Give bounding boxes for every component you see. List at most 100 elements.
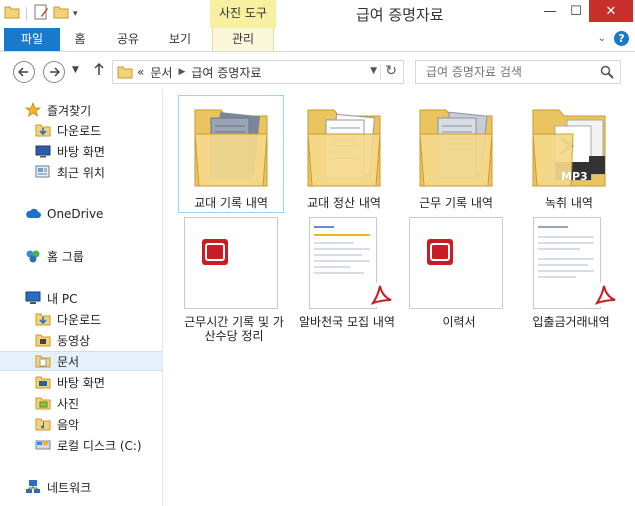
nav-favorites-downloads[interactable]: 다운로드 bbox=[0, 120, 162, 140]
search-box[interactable] bbox=[415, 60, 621, 84]
documents-folder-icon bbox=[35, 353, 51, 369]
up-button[interactable] bbox=[93, 62, 105, 80]
pdf-thumbnail bbox=[519, 215, 623, 311]
file-name: 교대 기록 내역 bbox=[194, 196, 268, 210]
file-name: 녹취 내역 bbox=[545, 196, 593, 210]
nav-label: 네트워크 bbox=[47, 480, 92, 495]
file-name: 근무시간 기록 및 가산수당 정리 bbox=[184, 315, 284, 343]
expand-ribbon-icon[interactable]: ⌄ bbox=[598, 33, 606, 44]
music-folder-icon bbox=[35, 416, 51, 432]
pdf-thumbnail bbox=[407, 215, 511, 311]
address-overflow[interactable]: « bbox=[137, 65, 144, 79]
folder-icon bbox=[194, 109, 268, 187]
network-icon bbox=[25, 479, 41, 495]
nav-pc-downloads[interactable]: 다운로드 bbox=[0, 309, 162, 329]
maximize-button[interactable]: ☐ bbox=[563, 0, 589, 22]
nav-pc-documents[interactable]: 문서 bbox=[0, 351, 162, 371]
file-name: 이력서 bbox=[442, 315, 476, 329]
close-button[interactable]: ✕ bbox=[589, 0, 633, 22]
nav-label: 문서 bbox=[57, 354, 80, 369]
breadcrumb-documents[interactable]: 문서 bbox=[150, 64, 172, 81]
file-tile[interactable]: 이력서 bbox=[407, 215, 511, 345]
folder-icon bbox=[419, 109, 493, 187]
chevron-down-icon[interactable]: ▼ bbox=[370, 66, 377, 76]
acrobat-icon bbox=[369, 283, 395, 307]
download-folder-icon bbox=[35, 311, 51, 327]
window-title: 급여 증명자료 bbox=[356, 6, 444, 24]
nav-label: 내 PC bbox=[47, 291, 78, 306]
file-tile[interactable]: 교대 정산 내역 bbox=[292, 96, 396, 212]
arrow-left-icon bbox=[18, 67, 28, 77]
nav-label: 다운로드 bbox=[57, 312, 102, 327]
nav-pc-local-disk[interactable]: 로컬 디스크 (C:) bbox=[0, 435, 162, 455]
nav-onedrive[interactable]: OneDrive bbox=[0, 204, 162, 224]
search-input[interactable] bbox=[426, 65, 596, 79]
folder-thumbnail: MP3 bbox=[517, 96, 621, 192]
address-toolbar: ▼ « 문서 ▶ 급여 증명자료 ▼ ↻ bbox=[0, 53, 635, 89]
nav-label: OneDrive bbox=[47, 207, 104, 221]
file-tile[interactable]: 교대 기록 내역 bbox=[178, 95, 284, 213]
nav-favorites[interactable]: 즐겨찾기 bbox=[0, 100, 162, 120]
desktop-icon bbox=[35, 143, 51, 159]
folder-thumbnail bbox=[292, 96, 396, 192]
refresh-icon[interactable]: ↻ bbox=[385, 63, 397, 79]
nav-label: 바탕 화면 bbox=[57, 144, 105, 159]
address-bar[interactable]: « 문서 ▶ 급여 증명자료 ▼ ↻ bbox=[112, 60, 404, 84]
arrow-up-icon bbox=[94, 62, 104, 75]
pdf-page bbox=[409, 217, 503, 309]
nav-label: 로컬 디스크 (C:) bbox=[57, 438, 142, 453]
pdf-icon bbox=[202, 239, 228, 265]
search-icon[interactable] bbox=[600, 65, 614, 79]
help-icon[interactable]: ? bbox=[614, 31, 629, 46]
chevron-right-icon[interactable]: ▶ bbox=[178, 67, 185, 77]
pictures-folder-icon bbox=[35, 395, 51, 411]
nav-label: 사진 bbox=[57, 396, 80, 411]
pdf-thumbnail bbox=[182, 215, 286, 311]
cloud-icon bbox=[25, 206, 41, 222]
nav-network[interactable]: 네트워크 bbox=[0, 477, 162, 497]
ribbon-right-controls: ⌄ ? bbox=[598, 31, 629, 46]
local-disk-icon bbox=[35, 437, 51, 453]
customize-qat-icon[interactable]: ▾ bbox=[73, 9, 78, 19]
nav-pc-videos[interactable]: 동영상 bbox=[0, 330, 162, 350]
tab-manage[interactable]: 관리 bbox=[212, 28, 274, 51]
download-folder-icon bbox=[35, 122, 51, 138]
tab-share[interactable]: 공유 bbox=[108, 28, 148, 51]
minimize-button[interactable]: — bbox=[537, 0, 563, 22]
acrobat-icon bbox=[593, 283, 619, 307]
nav-homegroup[interactable]: 홈 그룹 bbox=[0, 246, 162, 266]
folder-thumbnail bbox=[179, 96, 283, 192]
file-tile[interactable]: MP3 녹취 내역 bbox=[517, 96, 621, 212]
forward-button[interactable] bbox=[43, 61, 65, 83]
file-name: 교대 정산 내역 bbox=[307, 196, 381, 210]
nav-pc-music[interactable]: 음악 bbox=[0, 414, 162, 434]
nav-label: 다운로드 bbox=[57, 123, 102, 138]
breadcrumb-current[interactable]: 급여 증명자료 bbox=[191, 64, 261, 81]
properties-icon[interactable] bbox=[33, 4, 49, 23]
homegroup-icon bbox=[25, 248, 41, 264]
new-folder-icon[interactable] bbox=[53, 5, 69, 22]
tab-home[interactable]: 홈 bbox=[62, 28, 98, 51]
nav-favorites-recent[interactable]: 최근 위치 bbox=[0, 162, 162, 182]
video-folder-icon bbox=[35, 332, 51, 348]
nav-label: 동영상 bbox=[57, 333, 91, 348]
pdf-page-preview bbox=[309, 217, 377, 309]
file-tile[interactable]: 근무 기록 내역 bbox=[404, 96, 508, 212]
pdf-thumbnail bbox=[295, 215, 399, 311]
folder-thumbnail bbox=[404, 96, 508, 192]
nav-this-pc[interactable]: 내 PC bbox=[0, 288, 162, 308]
file-tile[interactable]: 알바천국 모집 내역 bbox=[295, 215, 399, 345]
recent-locations-icon[interactable]: ▼ bbox=[72, 65, 79, 75]
nav-pc-pictures[interactable]: 사진 bbox=[0, 393, 162, 413]
file-tile[interactable]: 근무시간 기록 및 가산수당 정리 bbox=[182, 215, 286, 345]
back-button[interactable] bbox=[13, 61, 35, 83]
tab-file[interactable]: 파일 bbox=[4, 28, 60, 51]
nav-pc-desktop[interactable]: 바탕 화면 bbox=[0, 372, 162, 392]
title-bar: ▾ 사진 도구 급여 증명자료 — ☐ ✕ bbox=[0, 0, 635, 28]
tab-view[interactable]: 보기 bbox=[160, 28, 200, 51]
recent-places-icon bbox=[35, 164, 51, 180]
nav-favorites-desktop[interactable]: 바탕 화면 bbox=[0, 141, 162, 161]
nav-label: 최근 위치 bbox=[57, 165, 105, 180]
file-tile[interactable]: 입출금거래내역 bbox=[519, 215, 623, 345]
nav-label: 즐겨찾기 bbox=[47, 103, 92, 118]
